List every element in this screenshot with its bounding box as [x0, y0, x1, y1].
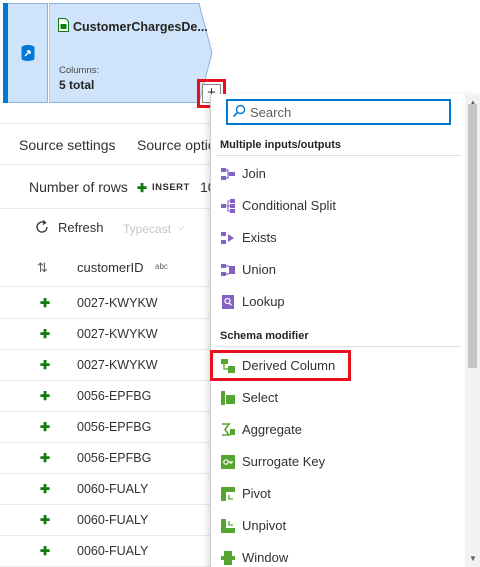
- derived-column-highlight: [210, 350, 351, 381]
- chevron-down-icon: ⌵: [177, 222, 185, 233]
- table-row: ✚ 0060-FUALY: [0, 505, 220, 536]
- menu-item-label: Window: [242, 550, 289, 565]
- menu-item-label: Join: [242, 166, 266, 181]
- pivot-icon: [221, 487, 235, 501]
- table-row: ✚ 0056-EPFBG: [0, 443, 220, 474]
- insert-row-icon: ✚: [40, 327, 51, 341]
- conditional-split-icon: [221, 199, 235, 213]
- insert-row-icon: ✚: [40, 451, 51, 465]
- source-icon: [21, 45, 34, 61]
- insert-row-icon: ✚: [40, 389, 51, 403]
- menu-item-window[interactable]: Window: [216, 544, 461, 567]
- sort-icon[interactable]: ⇅: [37, 260, 48, 276]
- menu-item-exists[interactable]: Exists: [216, 224, 461, 252]
- refresh-icon: [36, 220, 48, 233]
- columns-count: 5 total: [59, 78, 95, 92]
- source-node[interactable]: CustomerChargesDe... Columns: 5 total: [49, 3, 213, 103]
- customerid-cell: 0027-KWYKW: [77, 296, 158, 310]
- scroll-down-icon[interactable]: ▼: [469, 554, 477, 563]
- customerid-cell: 0060-FUALY: [77, 513, 149, 527]
- customerid-cell: 0027-KWYKW: [77, 327, 158, 341]
- number-of-rows-label: Number of rows: [29, 179, 128, 195]
- menu-item-unpivot[interactable]: Unpivot: [216, 512, 461, 540]
- table-row: ✚ 0027-KWYKW: [0, 288, 220, 319]
- insert-row-icon: ✚: [40, 482, 51, 496]
- join-icon: [221, 168, 235, 180]
- aggregate-icon: [222, 423, 235, 436]
- surrogate-key-icon: [221, 455, 235, 469]
- menu-scrollbar[interactable]: ▲ ▼: [465, 94, 480, 567]
- menu-item-label: Pivot: [242, 486, 271, 501]
- search-input[interactable]: [250, 103, 446, 121]
- search-box[interactable]: [226, 99, 451, 125]
- insert-row-icon: ✚: [40, 513, 51, 527]
- select-icon: [221, 391, 235, 405]
- tab-source-settings[interactable]: Source settings: [19, 137, 116, 153]
- table-row: ✚ 0056-EPFBG: [0, 412, 220, 443]
- table-row: ✚ 0027-KWYKW: [0, 319, 220, 350]
- insert-plus-icon: ✚: [137, 181, 148, 195]
- file-icon: [58, 18, 69, 32]
- customerid-cell: 0056-EPFBG: [77, 451, 152, 465]
- union-icon: [221, 264, 235, 276]
- menu-item-pivot[interactable]: Pivot: [216, 480, 461, 508]
- columns-label: Columns:: [59, 65, 100, 76]
- insert-label: INSERT: [152, 182, 190, 193]
- menu-item-label: Union: [242, 262, 276, 277]
- scroll-thumb[interactable]: [468, 104, 477, 368]
- window-icon: [221, 551, 235, 565]
- customerid-cell: 0060-FUALY: [77, 482, 149, 496]
- customerid-cell: 0060-FUALY: [77, 544, 149, 558]
- menu-item-label: Conditional Split: [242, 198, 336, 213]
- customerid-cell: 0056-EPFBG: [77, 420, 152, 434]
- menu-item-label: Surrogate Key: [242, 454, 326, 469]
- typecast-dropdown[interactable]: Typecast: [123, 222, 171, 236]
- search-icon: [232, 104, 246, 118]
- settings-tabs: Source settings Source optio: [0, 123, 220, 165]
- section-divider: [216, 155, 461, 156]
- tab-source-options[interactable]: Source optio: [137, 137, 216, 153]
- menu-item-label: Exists: [242, 230, 277, 245]
- unpivot-icon: [221, 519, 235, 533]
- insert-row-icon: ✚: [40, 358, 51, 372]
- lookup-icon: [222, 295, 234, 309]
- refresh-label: Refresh: [58, 219, 104, 235]
- menu-item-join[interactable]: Join: [216, 160, 461, 188]
- menu-item-label: Lookup: [242, 294, 285, 309]
- customerid-cell: 0027-KWYKW: [77, 358, 158, 372]
- menu-item-label: Aggregate: [242, 422, 302, 437]
- column-type-label: abc: [155, 262, 168, 271]
- menu-item-surrogate-key[interactable]: Surrogate Key: [216, 448, 461, 476]
- insert-row-icon: ✚: [40, 420, 51, 434]
- source-node-icon-box[interactable]: [8, 3, 48, 103]
- menu-item-label: Select: [242, 390, 279, 405]
- menu-item-lookup[interactable]: Lookup: [216, 288, 461, 316]
- table-row: ✚ 0027-KWYKW: [0, 350, 220, 381]
- section-title-schema-modifier: Schema modifier: [220, 330, 309, 342]
- table-row: ✚ 0060-FUALY: [0, 536, 220, 567]
- table-row: ✚ 0056-EPFBG: [0, 381, 220, 412]
- menu-item-label: Unpivot: [242, 518, 287, 533]
- section-title-multiple-inputs: Multiple inputs/outputs: [220, 139, 341, 151]
- source-node-title: CustomerChargesDe...: [73, 20, 208, 34]
- transformation-menu: Multiple inputs/outputs Join Conditional…: [210, 94, 480, 567]
- data-preview-header: ⇅ customerID abc: [0, 247, 220, 287]
- menu-item-union[interactable]: Union: [216, 256, 461, 284]
- customerid-cell: 0056-EPFBG: [77, 389, 152, 403]
- menu-item-select[interactable]: Select: [216, 384, 461, 412]
- refresh-button[interactable]: Refresh: [34, 219, 104, 235]
- exists-icon: [221, 232, 234, 244]
- menu-item-conditional-split[interactable]: Conditional Split: [216, 192, 461, 220]
- divider: [0, 208, 220, 209]
- insert-row-icon: ✚: [40, 544, 51, 558]
- menu-item-aggregate[interactable]: Aggregate: [216, 416, 461, 444]
- table-row: ✚ 0060-FUALY: [0, 474, 220, 505]
- section-divider: [216, 346, 461, 347]
- insert-row-icon: ✚: [40, 296, 51, 310]
- column-header-customerid[interactable]: customerID: [77, 260, 143, 275]
